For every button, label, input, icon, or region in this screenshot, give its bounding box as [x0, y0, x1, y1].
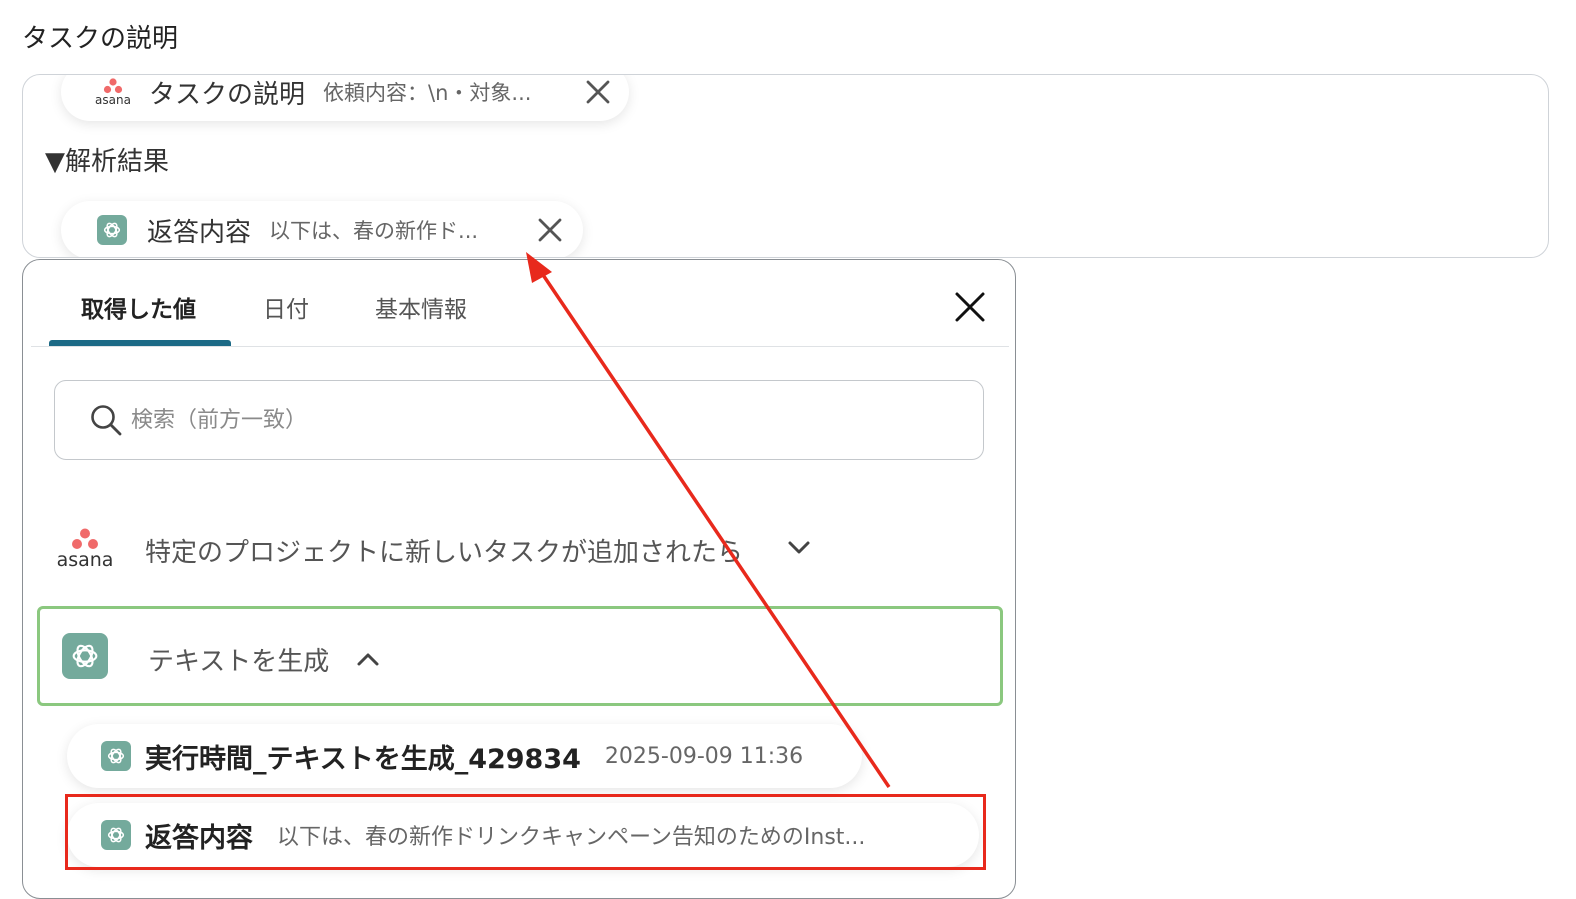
- group-title: テキストを生成: [148, 647, 330, 677]
- field-label: タスクの説明: [22, 24, 179, 54]
- tab-retrieved-values[interactable]: 取得した値: [81, 290, 196, 324]
- search-icon: [91, 405, 122, 436]
- search-input[interactable]: [129, 399, 953, 441]
- chip-name: タスクの説明: [149, 79, 306, 110]
- list-item-execution-time[interactable]: 実行時間_テキストを生成_429834 2025-09-09 11:36: [67, 724, 862, 788]
- remove-chip-icon[interactable]: [583, 77, 613, 107]
- section-heading: ▼解析結果: [45, 147, 169, 177]
- search-box[interactable]: [54, 380, 984, 460]
- chip-preview: 依頼内容：\n・対象...: [323, 81, 532, 105]
- chevron-up-icon[interactable]: [356, 651, 380, 667]
- asana-logo-text: asana: [56, 549, 114, 571]
- tabs-divider: [31, 346, 1009, 347]
- group-openai-generate-text[interactable]: テキストを生成: [37, 606, 1003, 706]
- group-asana-trigger[interactable]: asana 特定のプロジェクトに新しいタスクが追加されたら: [37, 500, 1003, 600]
- chip-task-description[interactable]: asana タスクの説明 依頼内容：\n・対象...: [61, 75, 629, 121]
- chip-preview: 以下は、春の新作ド...: [269, 219, 479, 243]
- chip-name: 返答内容: [147, 217, 252, 248]
- asana-dots-icon: [103, 78, 123, 94]
- group-title: 特定のプロジェクトに新しいタスクが追加されたら: [145, 538, 744, 568]
- item-value: 2025-09-09 11:36: [604, 743, 804, 769]
- remove-chip-icon[interactable]: [535, 215, 565, 245]
- chip-response-content[interactable]: 返答内容 以下は、春の新作ド...: [61, 201, 583, 257]
- item-name: 実行時間_テキストを生成_429834: [145, 743, 581, 775]
- openai-icon: [62, 633, 108, 679]
- close-icon[interactable]: [953, 290, 987, 324]
- tab-basic-info[interactable]: 基本情報: [375, 290, 467, 324]
- highlight-box: [65, 794, 986, 870]
- description-editor[interactable]: asana タスクの説明 依頼内容：\n・対象... ▼解析結果 返答内容 以下…: [22, 74, 1549, 258]
- chevron-down-icon[interactable]: [787, 540, 811, 556]
- asana-logo: asana: [91, 78, 135, 106]
- openai-icon: [101, 741, 131, 771]
- openai-icon: [97, 215, 127, 245]
- asana-logo: asana: [53, 528, 117, 570]
- asana-dots-icon: [72, 528, 98, 549]
- tab-date[interactable]: 日付: [263, 290, 309, 324]
- asana-logo-text: asana: [95, 93, 131, 107]
